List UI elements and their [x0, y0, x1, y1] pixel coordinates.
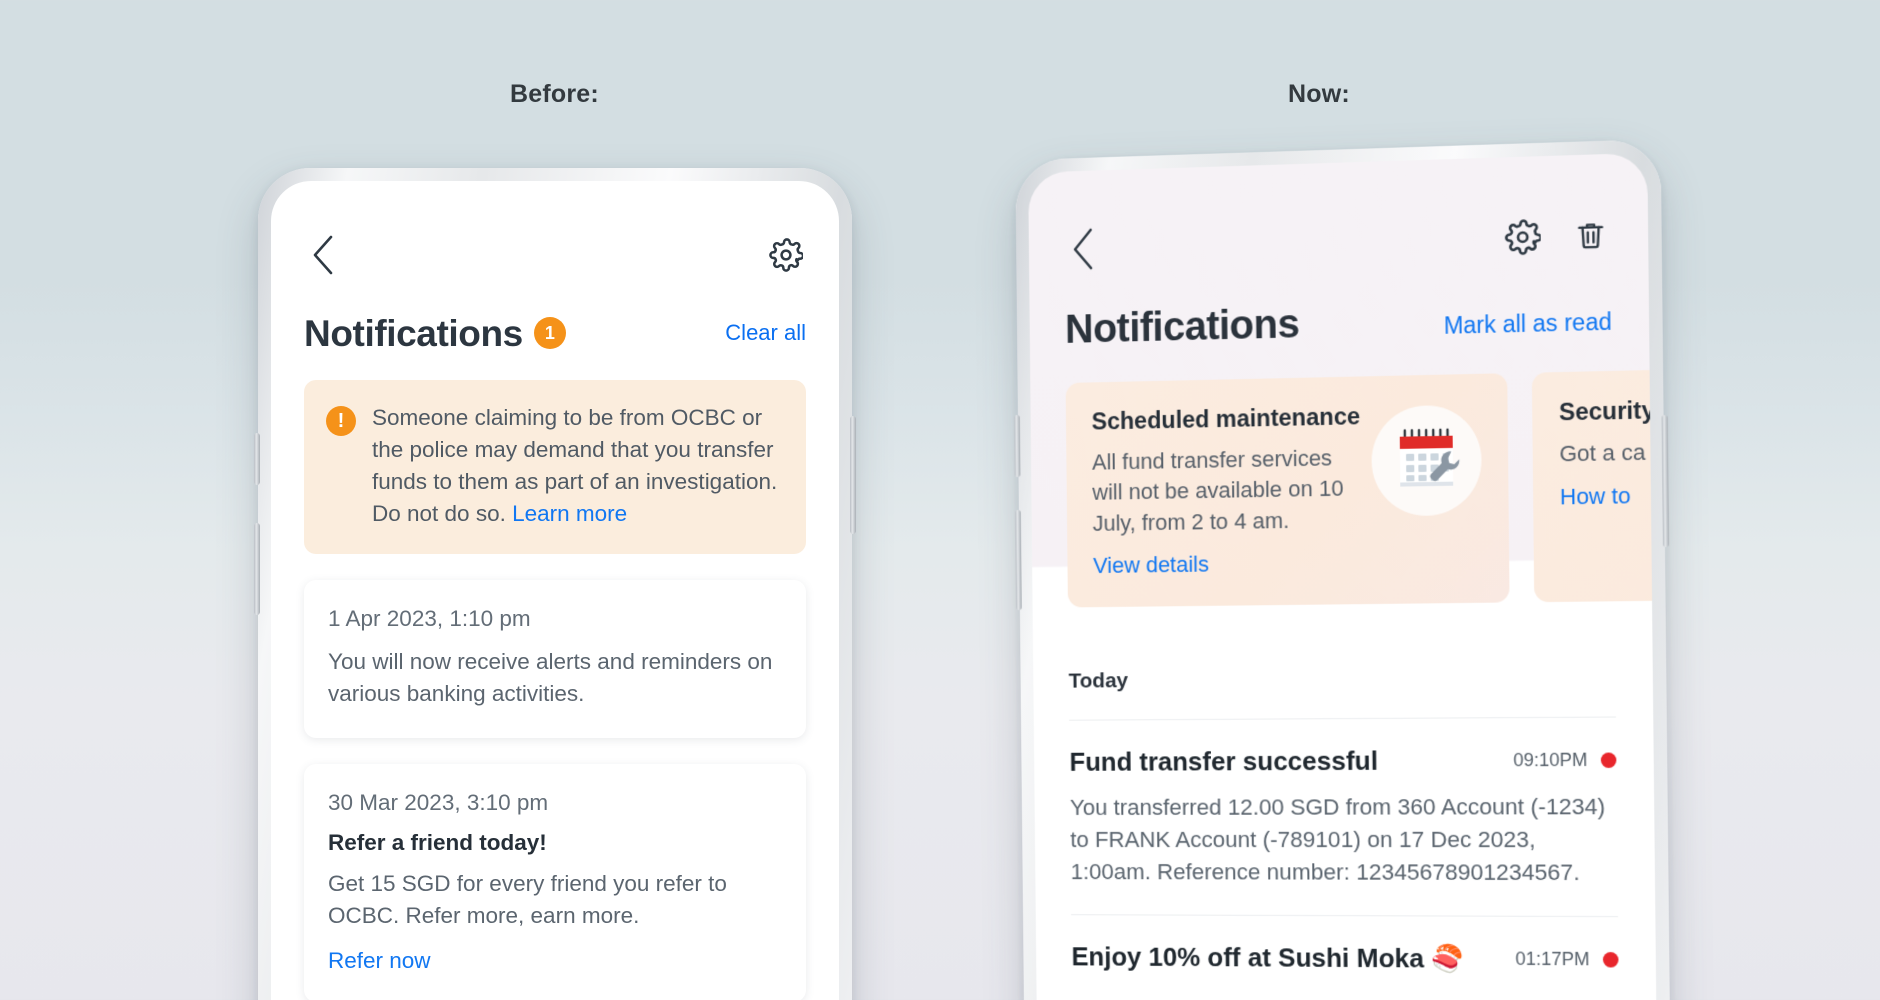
promo-card-security[interactable]: Security Got a ca claiming Beware How to: [1531, 362, 1653, 603]
unread-dot-icon: [1602, 951, 1619, 968]
notification-body: You will now receive alerts and reminder…: [328, 648, 773, 706]
how-to-link[interactable]: How to: [1560, 483, 1631, 511]
notification-timestamp: 30 Mar 2023, 3:10 pm: [328, 789, 549, 815]
mark-all-as-read-button[interactable]: Mark all as read: [1444, 308, 1612, 340]
notification-list-item[interactable]: Fund transfer successful 09:10PM You tra…: [1069, 716, 1619, 916]
promo-title: Security: [1558, 396, 1653, 426]
view-details-link[interactable]: View details: [1093, 551, 1209, 579]
promo-body: Got a ca claiming Beware: [1559, 436, 1652, 467]
scam-warning-alert: ! Someone claiming to be from OCBC or th…: [304, 380, 806, 554]
notification-heading: Refer a friend today!: [328, 829, 547, 855]
phone-side-button: [1013, 414, 1021, 478]
notification-timestamp: 1 Apr 2023, 1:10 pm: [328, 605, 531, 631]
page-title: Notifications: [304, 313, 523, 354]
trash-icon[interactable]: [1569, 214, 1611, 256]
notification-list-item[interactable]: Enjoy 10% off at Sushi Moka 🍣 01:17PM: [1071, 914, 1619, 1000]
list-section-heading: Today: [1068, 669, 1129, 693]
notification-time: 01:17PM: [1515, 948, 1590, 970]
notification-title: Enjoy 10% off at Sushi Moka 🍣: [1071, 941, 1465, 974]
phone-mockup-before: Notifications 1 Clear all ! Someone clai…: [254, 168, 856, 1000]
calendar-wrench-icon: [1371, 404, 1483, 517]
back-chevron-icon[interactable]: [1064, 229, 1104, 270]
notification-list: Today Fund transfer successful 09:10PM Y…: [1032, 635, 1657, 1000]
page-title-row: Notifications 1 Clear all: [271, 301, 839, 352]
notification-card[interactable]: 30 Mar 2023, 3:10 pm Refer a friend toda…: [304, 763, 806, 1000]
notification-title: Fund transfer successful: [1069, 745, 1379, 777]
before-screen: Notifications 1 Clear all ! Someone clai…: [271, 181, 839, 1000]
promo-body: All fund transfer services will not be a…: [1091, 445, 1344, 536]
notification-card[interactable]: 1 Apr 2023, 1:10 pm You will now receive…: [304, 579, 806, 738]
phone-power-button: [850, 416, 856, 534]
page-title: Notifications: [1064, 301, 1300, 352]
clear-all-button[interactable]: Clear all: [725, 320, 806, 346]
notification-body: Get 15 SGD for every friend you refer to…: [328, 870, 727, 928]
phone-volume-button: [254, 523, 260, 615]
status-bar: [271, 181, 839, 209]
promo-title: Scheduled maintenance: [1091, 402, 1361, 435]
phone-mockup-now: Notifications Mark all as read Scheduled…: [1013, 138, 1671, 1000]
notification-time: 09:10PM: [1513, 749, 1588, 771]
alert-text: Someone claiming to be from OCBC or the …: [372, 402, 782, 530]
exclamation-icon: !: [326, 406, 356, 436]
gear-icon[interactable]: [766, 235, 806, 275]
unread-count-badge: 1: [533, 317, 566, 349]
gear-icon[interactable]: [1501, 216, 1542, 258]
promo-card-maintenance[interactable]: Scheduled maintenance All fund transfer …: [1065, 373, 1510, 608]
learn-more-link[interactable]: Learn more: [512, 501, 627, 526]
phone-side-button: [254, 433, 260, 485]
promo-carousel[interactable]: Scheduled maintenance All fund transfer …: [1030, 339, 1653, 642]
refer-now-link[interactable]: Refer now: [328, 948, 431, 974]
phone-power-button: [1661, 415, 1670, 548]
caption-before: Before:: [510, 80, 599, 108]
app-topbar: [271, 209, 839, 301]
phone-mockup-now-wrapper: Notifications Mark all as read Scheduled…: [1013, 138, 1671, 1000]
app-topbar: [1028, 184, 1648, 299]
caption-now: Now:: [1288, 80, 1350, 108]
phone-volume-button: [1014, 509, 1022, 611]
now-screen: Notifications Mark all as read Scheduled…: [1028, 152, 1658, 1000]
unread-dot-icon: [1600, 752, 1617, 769]
notification-body: You transferred 12.00 SGD from 360 Accou…: [1069, 793, 1606, 886]
back-chevron-icon[interactable]: [304, 235, 344, 275]
